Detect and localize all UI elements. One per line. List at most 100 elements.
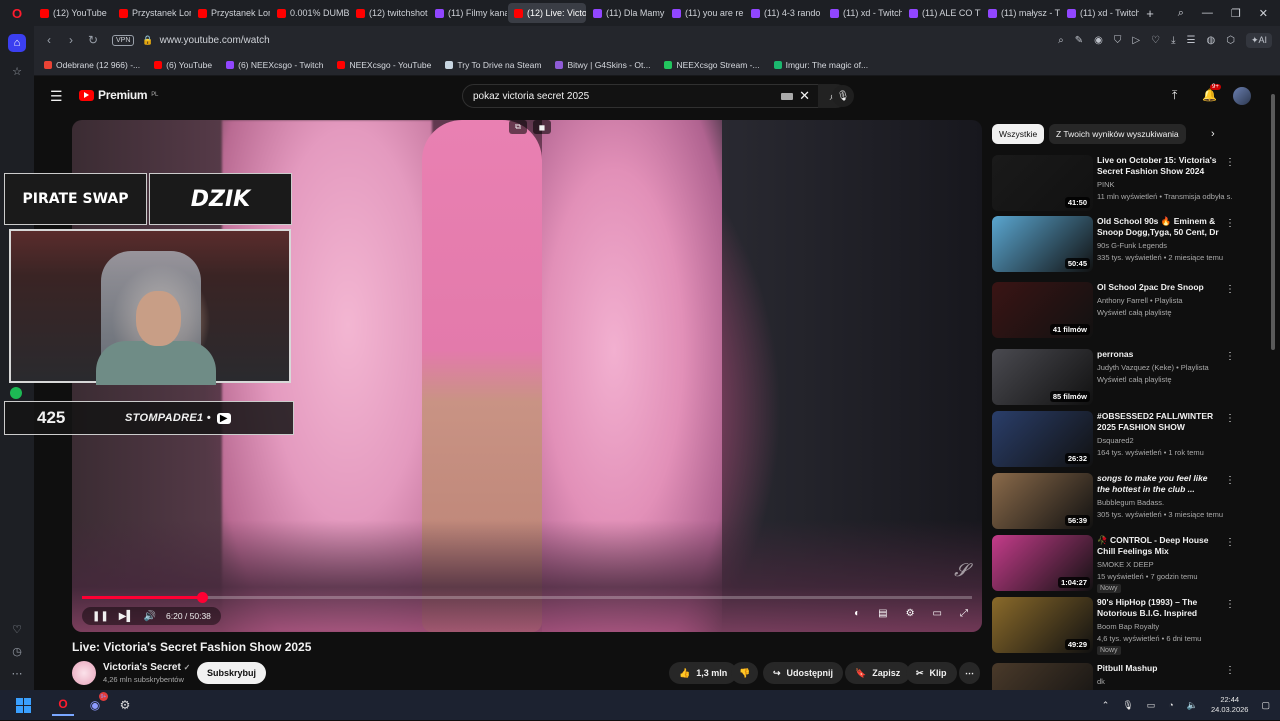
notifications-icon[interactable]: 🔔 9+ — [1202, 84, 1221, 102]
save-button[interactable]: 🔖 Zapisz — [845, 662, 911, 684]
search-tabs-icon[interactable]: ⌕ — [1178, 7, 1184, 20]
star-icon[interactable]: ☆ — [8, 62, 26, 80]
cast-icon[interactable]: ◼ — [533, 120, 551, 134]
play-icon[interactable]: ▷ — [1132, 35, 1140, 46]
maximize-icon[interactable]: ❐ — [1231, 7, 1241, 20]
video-thumbnail[interactable]: 50:45 — [992, 216, 1093, 272]
progress-bar[interactable] — [82, 592, 972, 603]
more-actions-button[interactable]: ⋯ — [959, 662, 980, 684]
vpn-badge[interactable]: VPN — [112, 34, 135, 46]
recommended-video[interactable]: 49:29 90's HipHop (1993) – The Notorious … — [992, 597, 1242, 655]
video-thumbnail[interactable]: 26:32 — [992, 411, 1093, 467]
upload-icon[interactable]: ⤒ — [1172, 88, 1177, 103]
video-thumbnail[interactable]: 41:50 — [992, 155, 1093, 211]
bookmark-item[interactable]: Imgur: The magic of... — [773, 60, 868, 70]
kebab-menu-icon[interactable]: ⋮ — [1225, 157, 1235, 168]
kebab-menu-icon[interactable]: ⋮ — [1225, 351, 1235, 362]
windows-start-icon[interactable] — [12, 694, 34, 716]
chevron-up-icon[interactable]: ⌃ — [1102, 700, 1110, 711]
kebab-menu-icon[interactable]: ⋮ — [1225, 599, 1235, 610]
recommended-channel[interactable]: Judyth Vazquez (Keke) • Playlista — [1097, 363, 1232, 372]
close-window-icon[interactable]: ✕ — [1259, 7, 1268, 20]
recommended-channel[interactable]: PINK — [1097, 180, 1232, 189]
recommended-channel[interactable]: Boom Bap Royalty — [1097, 622, 1232, 631]
recommended-channel[interactable]: 90s G-Funk Legends — [1097, 241, 1232, 250]
youtube-logo[interactable]: Premium PL — [79, 88, 158, 102]
chevron-right-icon[interactable]: › — [1211, 128, 1215, 140]
bookmark-item[interactable]: NEEXcsgo Stream -... — [664, 60, 760, 70]
opera-logo-icon[interactable]: O — [0, 0, 34, 26]
browser-tab[interactable]: 0.001% DUMB — [271, 3, 349, 23]
profile-icon[interactable]: ◍ — [1206, 35, 1215, 46]
video-thumbnail[interactable]: 85 filmów — [992, 349, 1093, 405]
subscribe-button[interactable]: Subskrybuj — [197, 662, 267, 684]
video-thumbnail[interactable]: 1:04:27 — [992, 535, 1093, 591]
back-icon[interactable]: ‹ — [38, 33, 60, 47]
recommended-title[interactable]: Ol School 2pac Dre Snoop — [1097, 282, 1222, 293]
miniplayer-icon[interactable]: ⧉ — [509, 120, 527, 134]
recommended-title[interactable]: 🥀 CONTROL - Deep House Chill Feelings Mi… — [1097, 535, 1222, 557]
dislike-button[interactable]: 👎 — [731, 662, 759, 684]
home-icon[interactable]: ⌂ — [8, 34, 26, 52]
hamburger-menu-icon[interactable]: ☰ — [50, 88, 63, 105]
extensions-icon[interactable]: ⬡ — [1226, 35, 1235, 46]
browser-tab[interactable]: (11) xd - Twitch — [1061, 3, 1139, 23]
subtitles-icon[interactable]: ▤ — [878, 608, 887, 619]
opera-taskbar-icon[interactable]: O — [52, 694, 74, 716]
volume-icon[interactable]: 🔈 — [1187, 700, 1198, 711]
recommended-video[interactable]: 41 filmów Ol School 2pac Dre Snoop Anthony… — [992, 282, 1242, 340]
browser-tab[interactable]: (11) ALE CO TY — [903, 3, 981, 23]
recommended-title[interactable]: perronas — [1097, 349, 1222, 360]
kebab-menu-icon[interactable]: ⋮ — [1225, 218, 1235, 229]
kebab-menu-icon[interactable]: ⋮ — [1225, 665, 1235, 676]
browser-tab[interactable]: (11) xd - Twitch — [824, 3, 902, 23]
forward-icon[interactable]: › — [60, 33, 82, 47]
bookmark-item[interactable]: Odebrane (12 966) -... — [44, 60, 140, 70]
browser-tab[interactable]: Przystanek Lom — [113, 3, 191, 23]
search-icon[interactable]: ⌕ — [1058, 35, 1064, 46]
browser-tab[interactable]: (12) Live: Victoria's Se — [508, 3, 586, 23]
account-avatar[interactable] — [1233, 87, 1251, 105]
browser-tab[interactable]: (11) Dla Mamy — [587, 3, 665, 23]
recommended-channel[interactable]: SMOKE X DEEP — [1097, 560, 1232, 569]
kebab-menu-icon[interactable]: ⋮ — [1225, 413, 1235, 424]
clip-button[interactable]: ✂ Klip — [906, 662, 957, 684]
keyboard-icon[interactable] — [781, 92, 794, 100]
recommended-video[interactable]: 41:50 Live on October 15: Victoria's Secr… — [992, 155, 1242, 213]
ai-button[interactable]: ✦AI — [1245, 32, 1272, 48]
camera-icon[interactable]: ◉ — [1094, 35, 1103, 46]
bookmark-item[interactable]: (6) NEEXcsgo - Twitch — [226, 60, 323, 70]
recommended-channel[interactable]: dk — [1097, 677, 1232, 686]
bookmark-item[interactable]: Try To Drive na Steam — [445, 60, 541, 70]
browser-tab[interactable]: (11) małysz - T — [982, 3, 1060, 23]
new-tab-button[interactable]: + — [1140, 6, 1160, 21]
menu-icon[interactable]: ☰ — [1187, 35, 1196, 46]
notifications-icon[interactable]: ▢ — [1261, 700, 1270, 711]
browser-tab[interactable]: (11) 4-3 rando — [745, 3, 823, 23]
recommended-channel[interactable]: Anthony Farrell • Playlista — [1097, 296, 1232, 305]
browser-tab[interactable]: (12) twitchshot — [350, 3, 428, 23]
download-icon[interactable]: ⤓ — [1171, 35, 1175, 46]
discord-taskbar-icon[interactable]: ◉ 9+ — [84, 692, 108, 716]
recommended-title[interactable]: Pitbull Mashup — [1097, 663, 1222, 674]
pause-icon[interactable]: ❚❚ — [92, 611, 109, 622]
video-thumbnail[interactable]: 41 filmów — [992, 282, 1093, 338]
recommended-video[interactable]: 56:39 songs to make you feel like the hot… — [992, 473, 1242, 531]
recommended-channel[interactable]: Bubblegum Badass. — [1097, 498, 1232, 507]
recommended-title[interactable]: 90's HipHop (1993) – The Notorious B.I.G… — [1097, 597, 1222, 620]
channel-name[interactable]: Victoria's Secret ✓ — [103, 662, 190, 673]
minimize-icon[interactable]: — — [1202, 7, 1213, 20]
bookmark-item[interactable]: (6) YouTube — [154, 60, 212, 70]
history-icon[interactable]: ◷ — [8, 642, 26, 660]
like-button[interactable]: 👍 1,3 mln — [669, 662, 738, 684]
wifi-icon[interactable]: ◔ — [1168, 700, 1173, 710]
reload-icon[interactable]: ↻ — [82, 33, 104, 47]
heart-icon[interactable]: ♡ — [1151, 35, 1160, 46]
browser-tab[interactable]: Przystanek Lom — [192, 3, 270, 23]
video-thumbnail[interactable]: 56:39 — [992, 473, 1093, 529]
microphone-icon[interactable]: 🎙 — [1122, 700, 1133, 711]
voice-search-icon[interactable]: 🎙 — [832, 85, 854, 107]
kebab-menu-icon[interactable]: ⋮ — [1225, 284, 1235, 295]
autoplay-icon[interactable]: ◐ — [854, 608, 860, 619]
recommended-video[interactable]: 26:32 #OBSESSED2 FALL/WINTER 2025 FASHION… — [992, 411, 1242, 469]
